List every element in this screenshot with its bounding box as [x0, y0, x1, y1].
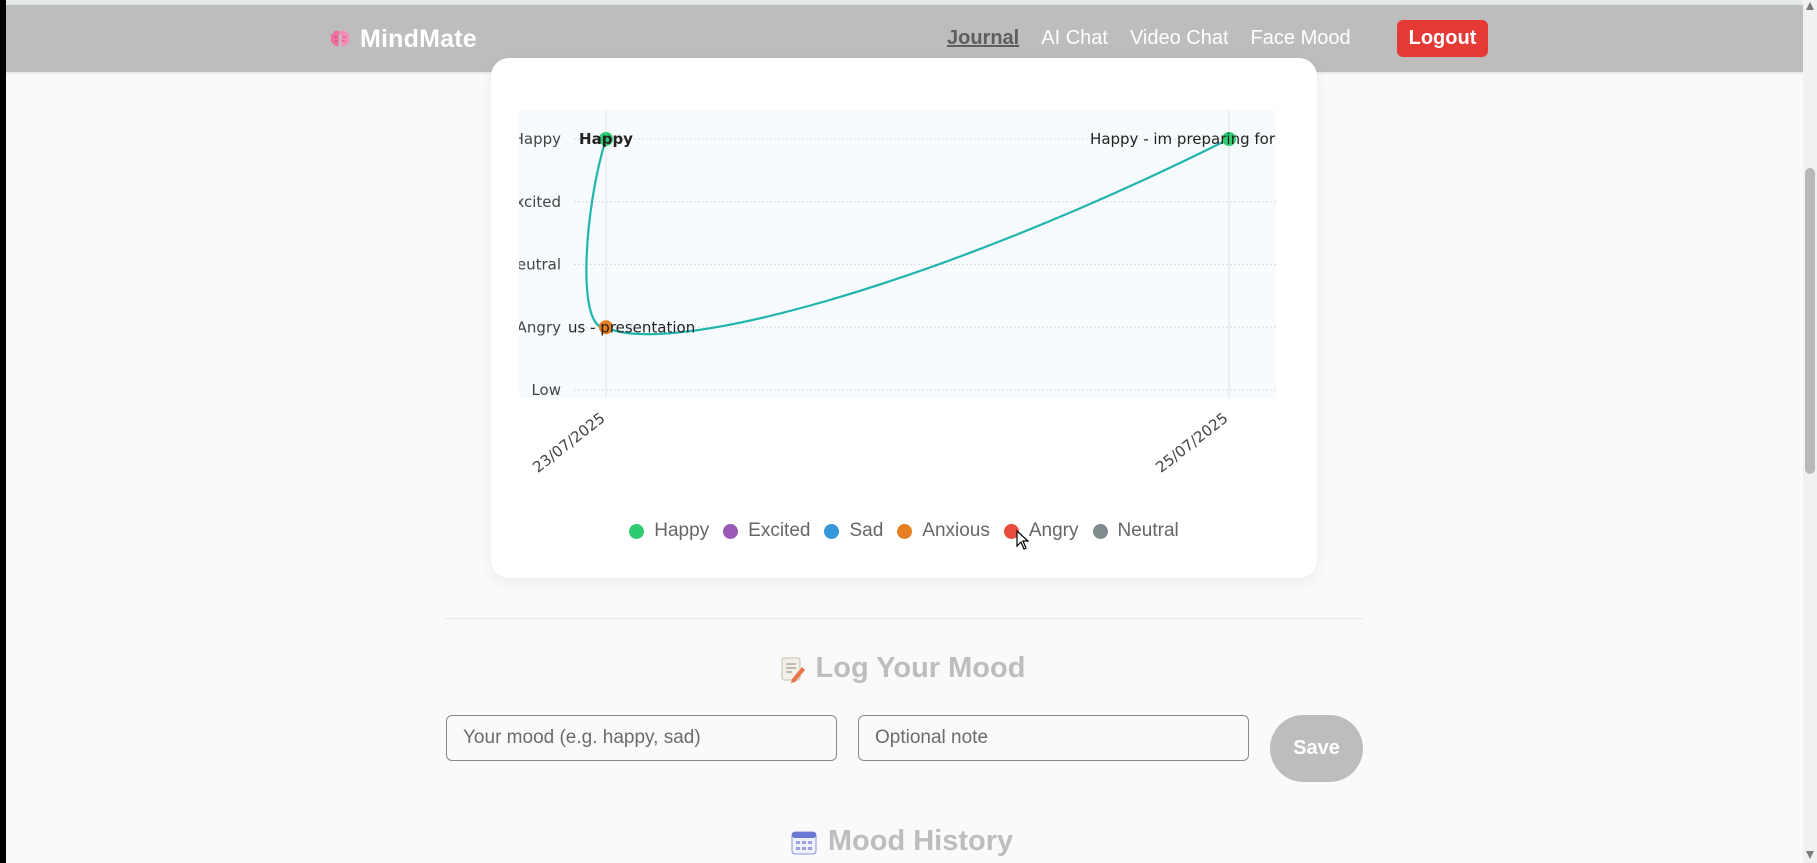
brand-name: MindMate: [360, 25, 477, 53]
legend-label: Excited: [748, 520, 811, 541]
scroll-thumb[interactable]: [1805, 168, 1815, 474]
nav-link-face-mood[interactable]: Face Mood: [1251, 27, 1351, 50]
legend-label: Anxious: [922, 520, 990, 541]
legend-item[interactable]: Anxious: [897, 520, 990, 542]
legend-item[interactable]: Happy: [629, 520, 709, 542]
mood-history-title: Mood History: [827, 825, 1014, 857]
brand[interactable]: MindMate: [328, 25, 477, 54]
scroll-up-icon[interactable]: [1806, 2, 1814, 10]
log-mood-heading: Log Your Mood: [0, 652, 1803, 685]
mood-line-chart: Low Angry eutral xcited Happy 23/07/2025 25/07…: [513, 110, 1276, 476]
legend-dot: [723, 523, 739, 539]
save-button[interactable]: Save: [1270, 715, 1363, 782]
y-tick-label: eutral: [517, 256, 561, 274]
x-tick-label: 23/07/2025: [529, 409, 608, 476]
y-tick-label: Angry: [517, 318, 561, 336]
plot-area: [519, 110, 1276, 398]
legend-dot: [824, 523, 840, 539]
legend-label: Happy: [654, 520, 710, 541]
memo-icon: [781, 657, 805, 683]
logout-button[interactable]: Logout: [1397, 20, 1488, 57]
legend-dot: [1092, 523, 1108, 539]
legend-item[interactable]: Excited: [723, 520, 810, 542]
y-tick-label: xcited: [515, 193, 561, 211]
nav-links: Journal AI Chat Video Chat Face Mood: [947, 27, 1373, 50]
legend-item[interactable]: Sad: [824, 520, 883, 542]
nav-link-journal[interactable]: Journal: [947, 27, 1019, 50]
log-mood-title: Log Your Mood: [815, 652, 1026, 684]
legend-label: Angry: [1028, 520, 1079, 541]
legend-dot: [629, 523, 645, 539]
section-divider: [445, 618, 1363, 619]
mood-input[interactable]: [446, 715, 837, 761]
legend-label: Sad: [849, 520, 884, 541]
mouse-cursor-icon: [1016, 530, 1030, 550]
brain-icon: [330, 30, 350, 46]
chart-legend: Happy Excited Sad Anxious Angry Neutral: [491, 520, 1317, 542]
nav-link-video-chat[interactable]: Video Chat: [1130, 27, 1229, 50]
data-label: Happy - im preparing for: [1090, 130, 1276, 148]
left-window-edge: [0, 0, 6, 863]
mood-chart-card: Low Angry eutral xcited Happy 23/07/2025 25/07…: [491, 58, 1317, 578]
legend-item[interactable]: Neutral: [1092, 520, 1179, 542]
y-tick-label: Happy: [513, 130, 562, 148]
nav-link-ai-chat[interactable]: AI Chat: [1041, 27, 1108, 50]
x-tick-label: 25/07/2025: [1152, 409, 1231, 476]
note-input[interactable]: [858, 715, 1249, 761]
data-label: Happy: [579, 130, 633, 148]
mood-history-heading: Mood History: [0, 825, 1803, 858]
data-label: us - presentation: [568, 318, 695, 336]
y-tick-label: Low: [531, 381, 561, 399]
legend-dot: [897, 523, 913, 539]
legend-label: Neutral: [1117, 520, 1179, 541]
vertical-scrollbar[interactable]: [1803, 0, 1817, 863]
calendar-icon: [791, 831, 817, 854]
scroll-down-icon[interactable]: [1806, 851, 1814, 859]
